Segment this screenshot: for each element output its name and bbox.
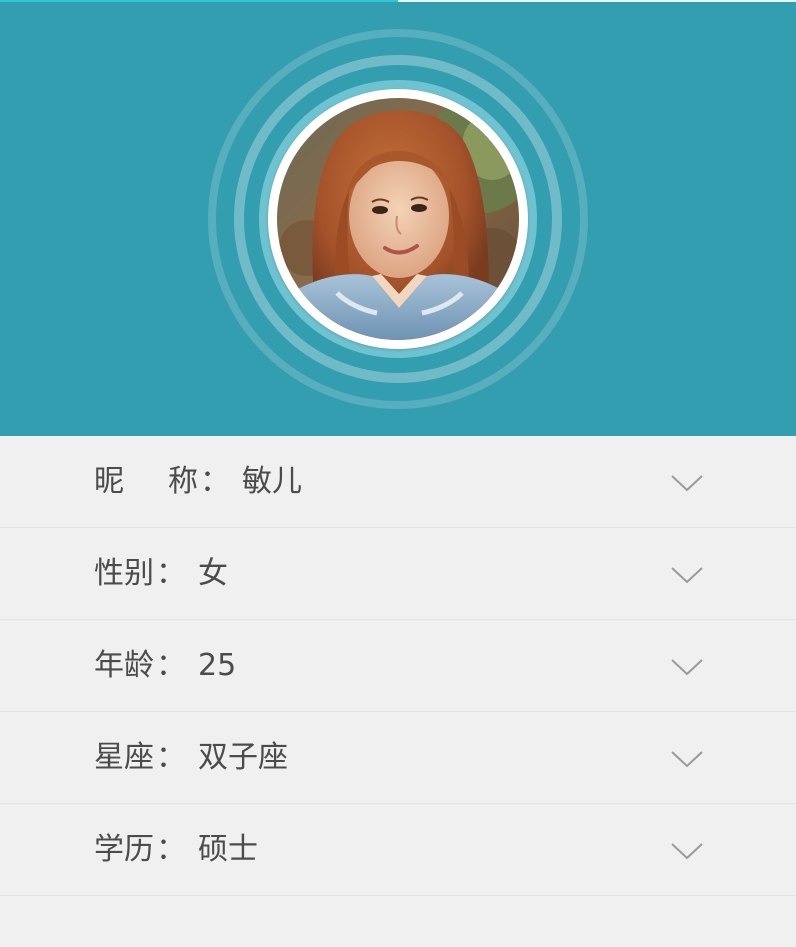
chevron-down-icon[interactable] — [671, 751, 703, 767]
chevron-down-icon[interactable] — [671, 659, 703, 675]
field-colon: ： — [156, 740, 186, 775]
chevron-down-icon[interactable] — [671, 567, 703, 583]
profile-photo-illustration — [277, 98, 519, 340]
field-row-zodiac[interactable]: 星座： 双子座 — [0, 712, 796, 804]
field-colon: ： — [156, 648, 186, 683]
field-row-age[interactable]: 年龄： 25 — [0, 620, 796, 712]
field-nickname-text: 昵称： 敏儿 — [94, 436, 302, 527]
loading-progress-fill — [0, 0, 398, 2]
profile-header — [0, 0, 796, 436]
field-zodiac-text: 星座： 双子座 — [94, 712, 288, 803]
chevron-down-icon[interactable] — [671, 475, 703, 491]
field-label-zodiac: 星座 — [94, 740, 154, 775]
avatar[interactable] — [268, 89, 528, 349]
field-label-age: 年龄 — [94, 648, 154, 683]
field-value-nickname: 敏儿 — [242, 464, 302, 499]
field-age-text: 年龄： 25 — [94, 620, 236, 711]
field-row-gender[interactable]: 性别： 女 — [0, 528, 796, 620]
field-label-gender: 性别 — [94, 556, 154, 591]
field-education-text: 学历： 硕士 — [94, 804, 258, 895]
field-colon: ： — [156, 556, 186, 591]
field-row-education[interactable]: 学历： 硕士 — [0, 804, 796, 896]
avatar-photo — [277, 98, 519, 340]
field-colon: ： — [156, 832, 186, 867]
field-value-education: 硕士 — [198, 832, 258, 867]
field-gender-text: 性别： 女 — [94, 528, 228, 619]
profile-info-list: 昵称： 敏儿 性别：女 年龄： 25 星座： 双子座 学历： 硕士 — [0, 436, 796, 896]
field-colon: ： — [200, 464, 230, 499]
field-label-education: 学历 — [94, 832, 154, 867]
avatar-rings — [208, 29, 588, 409]
chevron-down-icon[interactable] — [671, 843, 703, 859]
loading-progress-bar — [0, 0, 796, 2]
field-value-gender: 女 — [198, 556, 228, 591]
field-row-nickname[interactable]: 昵称： 敏儿 — [0, 436, 796, 528]
field-value-age: 25 — [198, 648, 237, 683]
field-value-zodiac: 双子座 — [198, 740, 288, 775]
